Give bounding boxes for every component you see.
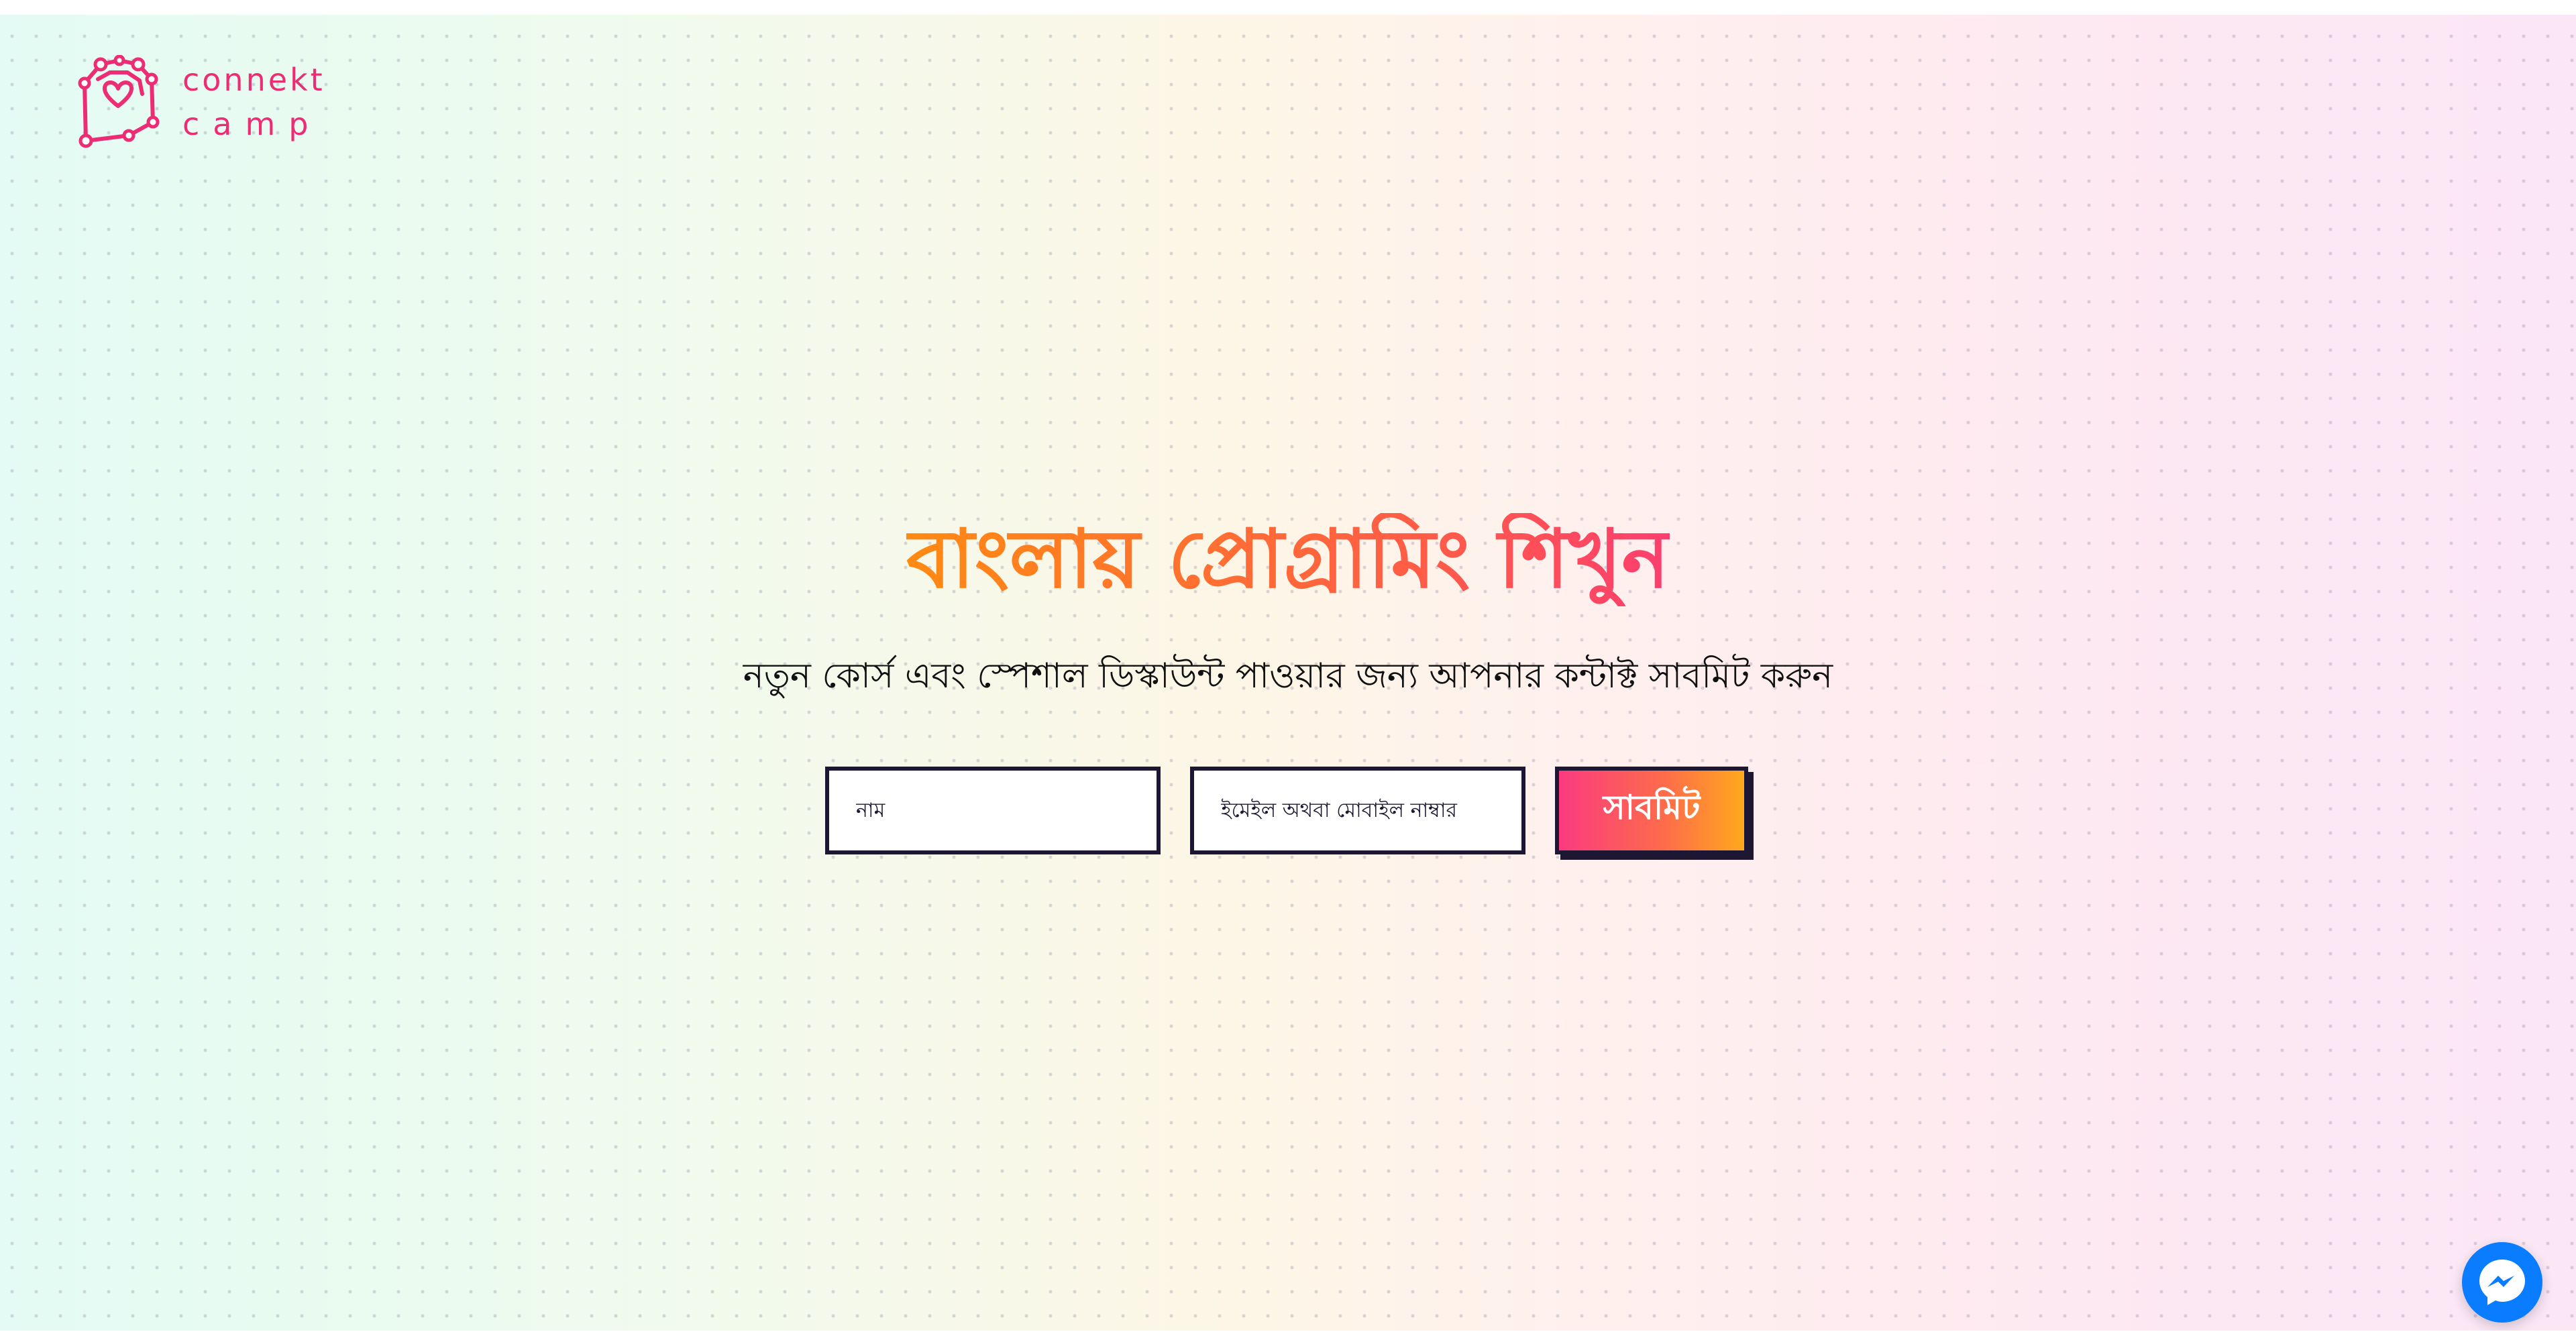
messenger-chat-button[interactable] <box>2462 1242 2542 1323</box>
name-input[interactable] <box>825 767 1161 854</box>
hero-title: বাংলায় প্রোগ্রামিং শিখুন <box>0 510 2576 610</box>
top-border <box>0 0 2576 15</box>
hero-title-text: বাংলায় প্রোগ্রামিং শিখুন <box>906 513 1670 606</box>
submit-button[interactable]: সাবমিট <box>1555 767 1748 854</box>
email-or-phone-input[interactable] <box>1190 767 1525 854</box>
bottom-border <box>0 1331 2576 1336</box>
brand-name: connekt camp <box>182 58 325 146</box>
logo-icon <box>78 55 160 149</box>
brand-name-line2: camp <box>182 106 322 142</box>
hero-subtitle: নতুন কোর্স এবং স্পেশাল ডিস্কাউন্ট পাওয়া… <box>743 656 1833 696</box>
messenger-icon <box>2477 1257 2528 1308</box>
brand-logo[interactable]: connekt camp <box>78 55 325 149</box>
brand-name-line1: connekt <box>182 62 325 98</box>
